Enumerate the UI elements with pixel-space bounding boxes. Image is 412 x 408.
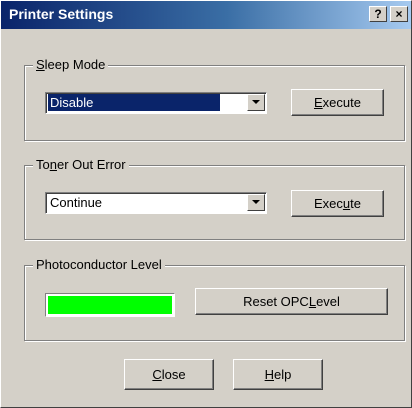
toner-out-error-group: Toner Out Error Continue Exec u te <box>24 157 405 240</box>
photoconductor-level-label: Photoconductor Level <box>33 257 165 272</box>
sleep-mode-dropdown[interactable]: Disable <box>45 92 267 114</box>
photoconductor-level-group: Photoconductor Level Reset OPC Level <box>24 257 405 341</box>
close-button[interactable]: Close <box>124 359 214 390</box>
opc-level-bar <box>45 293 175 317</box>
sleep-mode-execute-button[interactable]: Execute <box>291 89 384 116</box>
opc-level-fill <box>48 296 172 314</box>
chevron-down-icon[interactable] <box>247 194 265 211</box>
printer-settings-dialog: Printer Settings ? × Sleep Mode Disable … <box>0 0 412 408</box>
sleep-mode-label: Sleep Mode <box>33 57 109 72</box>
toner-out-error-label: Toner Out Error <box>33 157 129 172</box>
sleep-mode-selected-value: Disable <box>48 94 220 111</box>
chevron-down-icon[interactable] <box>247 94 265 111</box>
title-bar[interactable]: Printer Settings ? × <box>1 1 411 29</box>
help-button[interactable]: Help <box>233 359 323 390</box>
toner-out-error-dropdown[interactable]: Continue <box>45 192 267 214</box>
reset-opc-level-button[interactable]: Reset OPC Level <box>195 288 388 315</box>
window-title: Printer Settings <box>9 6 114 22</box>
toner-out-error-execute-button[interactable]: Exec u te <box>291 190 384 217</box>
sleep-mode-group: Sleep Mode Disable Execute <box>24 57 405 141</box>
help-question-button[interactable]: ? <box>369 6 387 22</box>
close-window-button[interactable]: × <box>390 6 408 22</box>
toner-out-error-selected-value: Continue <box>50 195 103 210</box>
